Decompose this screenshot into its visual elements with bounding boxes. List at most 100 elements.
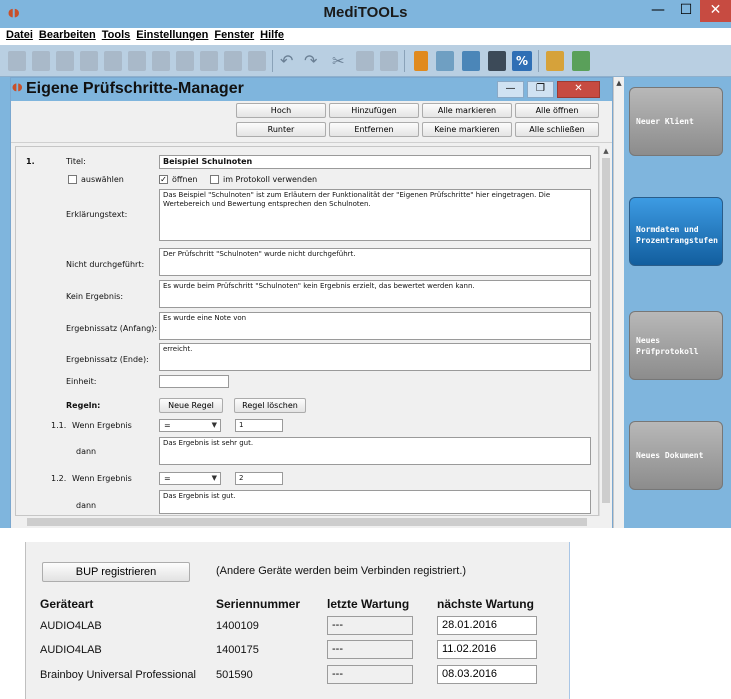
export-icon[interactable] [200,51,218,71]
document-icon[interactable] [32,51,50,71]
cut-icon[interactable]: ✂ [332,51,350,71]
step-number: 1. [26,157,35,166]
copy-icon[interactable] [356,51,374,71]
main-vertical-scrollbar[interactable]: ▲ [613,77,624,528]
import-icon[interactable] [176,51,194,71]
regeln-label: Regeln: [66,401,101,410]
scroll-up-icon[interactable]: ▲ [602,147,610,155]
pruefschritte-manager-window: ◖◗ Eigene Prüfschritte-Manager — ❐ ✕ Hoc… [10,77,613,528]
close-button[interactable]: ✕ [700,0,731,22]
form-vertical-scrollbar[interactable]: ▲ [599,146,611,516]
menu-hilfe[interactable]: Hilfe [260,29,284,41]
minimize-button[interactable]: — [644,0,672,22]
protokoll-checkbox[interactable] [210,175,219,184]
rule-number: 1.1. [51,421,67,430]
device-panel: BUP registrieren (Andere Geräte werden b… [25,542,570,699]
hoch-button[interactable]: Hoch [236,103,326,118]
menu-fenster[interactable]: Fenster [214,29,254,41]
header-naechste-wartung: nächste Wartung [437,597,534,611]
rule-wenn-label: Wenn Ergebnis [72,421,132,430]
hinzufuegen-button[interactable]: Hinzufügen [329,103,419,118]
entfernen-button[interactable]: Entfernen [329,122,419,137]
new-icon[interactable] [8,51,26,71]
last-service-field: --- [327,616,413,635]
undo-icon[interactable]: ↶ [280,51,298,71]
oeffnen-checkbox[interactable]: ✓ [159,175,168,184]
rule-value-input[interactable]: 1 [235,419,283,432]
meditools-window: ◖◗ MediTOOLs — ☐ ✕ Datei Bearbeiten Tools E… [0,0,731,528]
folder-icon[interactable] [128,51,146,71]
erklaerung-input[interactable]: Das Beispiel "Schulnoten" ist zum Erläut… [159,189,591,241]
alle-schliessen-button[interactable]: Alle schließen [515,122,599,137]
kein-ergebnis-input[interactable]: Es wurde beim Prüfschritt "Schulnoten" k… [159,280,591,308]
alle-oeffnen-button[interactable]: Alle öffnen [515,103,599,118]
report-icon[interactable] [80,51,98,71]
menu-einstellungen[interactable]: Einstellungen [136,29,208,41]
regel-loeschen-button[interactable]: Regel löschen [234,398,306,413]
device-panel-region: BUP registrieren (Andere Geräte werden b… [0,542,731,699]
neue-regel-button[interactable]: Neue Regel [159,398,223,413]
redo-icon[interactable]: ↷ [304,51,322,71]
protokoll-label: im Protokoll verwenden [223,175,318,184]
paste-icon[interactable] [380,51,398,71]
ergebnissatz-anfang-input[interactable]: Es wurde eine Note von [159,312,591,340]
maximize-button[interactable]: ☐ [672,0,700,22]
normdaten-button[interactable]: Normdaten und Prozentrangstufen [629,197,723,266]
manager-title: Eigene Prüfschritte-Manager [26,80,244,97]
rule-value-input[interactable]: 2 [235,472,283,485]
device-icon[interactable] [488,51,506,71]
manager-icon: ◖◗ [12,82,23,93]
percent-icon[interactable]: % [512,51,532,71]
auswaehlen-checkbox[interactable] [68,175,77,184]
rule-operator-select[interactable]: = ▼ [159,419,221,432]
rule-number: 1.2. [51,474,67,483]
archive-icon[interactable] [414,51,428,71]
rule-operator-select[interactable]: = ▼ [159,472,221,485]
bup-registrieren-button[interactable]: BUP registrieren [42,562,190,582]
manager-close-button[interactable]: ✕ [557,81,600,98]
keine-markieren-button[interactable]: Keine markieren [422,122,512,137]
menu-datei[interactable]: Datei [6,29,33,41]
settings-icon[interactable] [436,51,454,71]
ergebnissatz-anfang-label: Ergebnissatz (Anfang): [66,324,158,333]
form-horizontal-scrollbar[interactable] [11,516,612,528]
scroll-thumb[interactable] [602,158,610,503]
titel-input[interactable]: Beispiel Schulnoten [159,155,591,169]
save-icon[interactable] [152,51,170,71]
neues-pruefprotokoll-button[interactable]: Neues Prüfprotokoll [629,311,723,380]
chart-icon[interactable] [546,51,564,71]
ergebnissatz-ende-input[interactable]: erreicht. [159,343,591,371]
oeffnen-label: öffnen [172,175,198,184]
template-icon[interactable] [104,51,122,71]
users-icon[interactable] [572,51,590,71]
next-service-input[interactable]: 08.03.2016 [437,665,537,684]
last-service-field: --- [327,665,413,684]
rule-text-input[interactable]: Das Ergebnis ist sehr gut. [159,437,591,465]
einheit-input[interactable] [159,375,229,388]
rule-wenn-label: Wenn Ergebnis [72,474,132,483]
rule-text-input[interactable]: Das Ergebnis ist gut. [159,490,591,514]
pruefschritt-form: 1. Titel: Beispiel Schulnoten auswählen … [15,146,599,516]
alle-markieren-button[interactable]: Alle markieren [422,103,512,118]
protocol-icon[interactable] [56,51,74,71]
menu-tools[interactable]: Tools [102,29,131,41]
scroll-up-icon[interactable]: ▲ [615,79,623,87]
neuer-klient-button[interactable]: Neuer Klient [629,87,723,156]
next-service-input[interactable]: 28.01.2016 [437,616,537,635]
print-icon[interactable] [248,51,266,71]
titel-label: Titel: [66,157,86,166]
chevron-down-icon: ▼ [211,421,217,429]
nicht-durchgefuehrt-input[interactable]: Der Prüfschritt "Schulnoten" wurde nicht… [159,248,591,276]
scroll-thumb[interactable] [27,518,587,526]
device-serial: 1400109 [216,620,259,632]
menu-bearbeiten[interactable]: Bearbeiten [39,29,96,41]
header-letzte-wartung: letzte Wartung [327,597,410,611]
next-service-input[interactable]: 11.02.2016 [437,640,537,659]
runter-button[interactable]: Runter [236,122,326,137]
einheit-label: Einheit: [66,377,97,386]
edit-icon[interactable] [462,51,480,71]
client-icon[interactable] [224,51,242,71]
neues-dokument-button[interactable]: Neues Dokument [629,421,723,490]
manager-minimize-button[interactable]: — [497,81,524,98]
manager-restore-button[interactable]: ❐ [527,81,554,98]
